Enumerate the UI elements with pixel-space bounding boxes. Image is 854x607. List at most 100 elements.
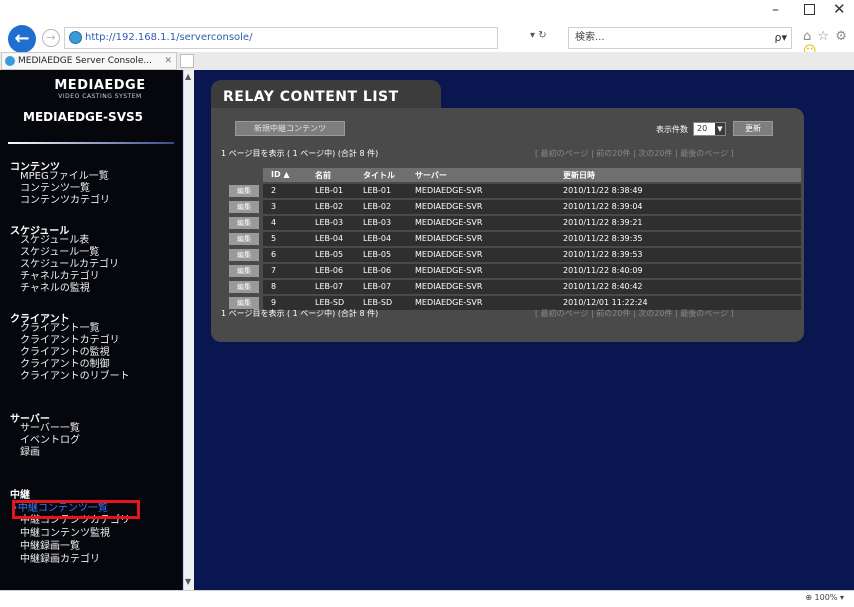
forward-button[interactable]: →: [42, 29, 60, 47]
server-name: MEDIAEDGE-SVS5: [23, 110, 143, 124]
sidebar-item-client-monitor[interactable]: クライアントの監視: [20, 347, 110, 359]
favorites-star-icon[interactable]: ☆: [817, 29, 830, 44]
sidebar-item-channel-monitor[interactable]: チャネルの監視: [20, 283, 90, 295]
search-input[interactable]: 検索... ρ▾: [568, 27, 792, 49]
close-window-button[interactable]: ✕: [833, 0, 846, 18]
edit-button[interactable]: 編集: [229, 185, 259, 197]
settings-gear-icon[interactable]: ⚙: [835, 29, 848, 44]
cell-id: 3: [271, 202, 277, 211]
cell-updated: 2010/11/22 8:39:04: [563, 202, 643, 211]
table-row-cells: 7 LEB-06 LEB-06 MEDIAEDGE-SVR 2010/11/22 8:4…: [263, 264, 801, 278]
edit-button[interactable]: 編集: [229, 201, 259, 213]
cell-server: MEDIAEDGE-SVR: [415, 266, 483, 275]
edit-button[interactable]: 編集: [229, 281, 259, 293]
cell-id: 4: [271, 218, 277, 227]
relay-content-panel: 新規中継コンテンツ 表示件数 20 ▼ 更新 1 ページ目を表示 ( 1 ページ…: [211, 108, 804, 342]
table-header: ID ▲ 名前 タイトル サーバー 更新日時: [263, 168, 801, 182]
pager-summary-top: 1 ページ目を表示 ( 1 ページ中) (合計 8 件): [221, 149, 379, 158]
cell-server: MEDIAEDGE-SVR: [415, 202, 483, 211]
sidebar-item-relay-recording-list[interactable]: 中継録画一覧: [20, 541, 80, 553]
refresh-button[interactable]: ▾ ↻: [530, 30, 547, 41]
page-icon: [69, 31, 82, 44]
cell-updated: 2010/11/22 8:39:35: [563, 234, 643, 243]
tab-favicon-icon: [5, 56, 15, 66]
cell-server: MEDIAEDGE-SVR: [415, 234, 483, 243]
sidebar-item-client-reboot[interactable]: クライアントのリブート: [20, 371, 130, 383]
address-bar[interactable]: http://192.168.1.1/serverconsole/: [64, 27, 498, 49]
cell-server: MEDIAEDGE-SVR: [415, 218, 483, 227]
edit-button[interactable]: 編集: [229, 217, 259, 229]
table-row-cells: 3 LEB-02 LEB-02 MEDIAEDGE-SVR 2010/11/22 8:3…: [263, 200, 801, 214]
per-page-value: 20: [697, 124, 708, 133]
sidebar-item-schedule-list[interactable]: スケジュール一覧: [20, 247, 99, 259]
search-icon[interactable]: ρ▾: [774, 28, 787, 48]
sidebar-item-client-control[interactable]: クライアントの制御: [20, 359, 110, 371]
edit-button[interactable]: 編集: [229, 249, 259, 261]
cell-updated: 2010/11/22 8:39:53: [563, 250, 643, 259]
table-row-cells: 6 LEB-05 LEB-05 MEDIAEDGE-SVR 2010/11/22 8:3…: [263, 248, 801, 262]
tab-mediaedge-console[interactable]: MEDIAEDGE Server Console... ✕: [1, 52, 177, 70]
sidebar-item-mpeg-files[interactable]: MPEGファイル一覧: [20, 171, 109, 183]
tab-close-icon[interactable]: ✕: [164, 53, 172, 69]
browser-titlebar: ← → http://192.168.1.1/serverconsole/ ▾ …: [0, 0, 854, 59]
sidebar-item-content-list[interactable]: コンテンツ一覧: [20, 183, 90, 195]
scroll-down-icon[interactable]: ▼: [185, 577, 191, 586]
table-row-cells: 8 LEB-07 LEB-07 MEDIAEDGE-SVR 2010/11/22 8:4…: [263, 280, 801, 294]
cell-name: LEB-05: [315, 250, 344, 259]
scroll-up-icon[interactable]: ▲: [185, 72, 191, 81]
table-row-cells: 2 LEB-01 LEB-01 MEDIAEDGE-SVR 2010/11/22 8:3…: [263, 184, 801, 198]
table-row: 編集 5 LEB-04 LEB-04 MEDIAEDGE-SVR 2010/11/22 8…: [227, 232, 801, 246]
sidebar-item-client-list[interactable]: クライアント一覧: [20, 323, 100, 335]
sidebar-item-relay-content-monitor[interactable]: 中継コンテンツ監視: [20, 528, 110, 540]
table-row-cells: 4 LEB-03 LEB-03 MEDIAEDGE-SVR 2010/11/22 8:3…: [263, 216, 801, 230]
new-tab-button[interactable]: [180, 54, 194, 68]
maximize-button[interactable]: [804, 4, 815, 15]
table-row: 編集 2 LEB-01 LEB-01 MEDIAEDGE-SVR 2010/11/22 8…: [227, 184, 801, 198]
sidebar-scrollbar[interactable]: ▲ ▼: [183, 70, 194, 590]
url-text: http://192.168.1.1/serverconsole/: [85, 32, 253, 43]
cell-id: 6: [271, 250, 277, 259]
sidebar-item-schedule-table[interactable]: スケジュール表: [20, 235, 89, 247]
sidebar-section-relay: 中継: [10, 490, 30, 501]
sidebar-item-client-category[interactable]: クライアントカテゴリ: [20, 335, 120, 347]
table-row: 編集 7 LEB-06 LEB-06 MEDIAEDGE-SVR 2010/11/22 8…: [227, 264, 801, 278]
cell-title: LEB-06: [363, 266, 392, 275]
status-bar: ⊕ 100% ▾: [0, 590, 854, 607]
edit-button[interactable]: 編集: [229, 265, 259, 277]
cell-id: 8: [271, 282, 277, 291]
cell-name: LEB-06: [315, 266, 344, 275]
cell-title: LEB-04: [363, 234, 392, 243]
sidebar-item-recording[interactable]: 録画: [20, 447, 40, 459]
sidebar-item-event-log[interactable]: イベントログ: [20, 435, 80, 447]
zoom-control[interactable]: ⊕ 100% ▾: [805, 593, 844, 602]
back-button[interactable]: ←: [8, 25, 36, 53]
cell-updated: 2010/12/01 11:22:24: [563, 298, 648, 307]
pager-links-top[interactable]: [ 最初のページ | 前の20件 | 次の20件 | 最後のページ ]: [535, 148, 734, 159]
sidebar-item-server-list[interactable]: サーバー一覧: [20, 423, 80, 435]
cell-title: LEB-SD: [363, 298, 393, 307]
column-title[interactable]: タイトル: [363, 170, 395, 181]
per-page-label: 表示件数: [656, 125, 688, 134]
sidebar-divider: [8, 142, 174, 144]
pager-links-bottom[interactable]: [ 最初のページ | 前の20件 | 次の20件 | 最後のページ ]: [535, 308, 734, 319]
minimize-button[interactable]: –: [772, 2, 779, 18]
new-relay-content-button[interactable]: 新規中継コンテンツ: [235, 121, 345, 136]
sidebar-item-content-category[interactable]: コンテンツカテゴリ: [20, 195, 110, 207]
column-id[interactable]: ID ▲: [271, 170, 290, 179]
sidebar-item-channel-category[interactable]: チャネルカテゴリ: [20, 271, 100, 283]
column-server[interactable]: サーバー: [415, 170, 447, 181]
sidebar-item-schedule-category[interactable]: スケジュールカテゴリ: [20, 259, 119, 271]
cell-name: LEB-03: [315, 218, 344, 227]
chevron-down-icon: ▼: [715, 123, 725, 135]
update-button[interactable]: 更新: [733, 121, 773, 136]
annotation-highlight-box: [12, 500, 140, 519]
per-page-select[interactable]: 20 ▼: [693, 122, 726, 136]
brand-logo: MEDIAEDGE VIDEO CASTING SYSTEM: [40, 78, 160, 100]
edit-button[interactable]: 編集: [229, 233, 259, 245]
column-updated[interactable]: 更新日時: [563, 170, 595, 181]
sidebar-item-relay-recording-category[interactable]: 中継録画カテゴリ: [20, 554, 100, 566]
cell-id: 7: [271, 266, 277, 275]
column-name[interactable]: 名前: [315, 170, 331, 181]
home-icon[interactable]: ⌂: [803, 29, 812, 44]
tab-bar: MEDIAEDGE Server Console... ✕: [0, 52, 854, 70]
